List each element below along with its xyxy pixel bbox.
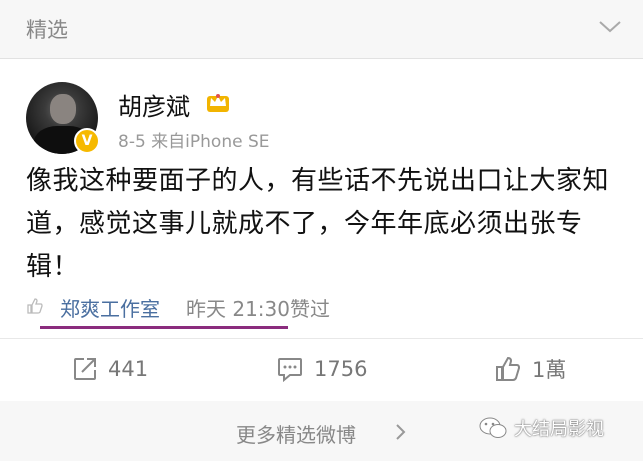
avatar-face <box>50 94 76 124</box>
verified-badge-icon: V <box>74 128 100 154</box>
like-count: 1萬 <box>532 358 567 382</box>
watermark-text: 大结局影视 <box>514 419 604 440</box>
more-posts-link[interactable]: 更多精选微博 <box>236 419 356 448</box>
post-meta: 8-5 来自iPhone SE <box>118 132 270 152</box>
repost-count: 441 <box>108 357 149 381</box>
action-bar: 441 1756 1萬 <box>0 338 643 402</box>
repost-button[interactable]: 441 <box>72 353 148 385</box>
chevron-right-icon[interactable] <box>394 423 406 441</box>
highlight-underline <box>40 326 288 329</box>
liker-name[interactable]: 郑爽工作室 <box>60 293 160 322</box>
repost-icon <box>74 358 96 380</box>
footer: 更多精选微博 大结局影视 <box>0 401 643 461</box>
liked-time: 昨天 21:30赞过 <box>186 297 330 321</box>
post-username[interactable]: 胡彦斌 <box>118 87 190 122</box>
section-title: 精选 <box>26 18 68 42</box>
watermark: 大结局影视 <box>478 415 604 441</box>
comment-count: 1756 <box>314 357 368 381</box>
comment-button[interactable]: 1756 <box>276 353 367 385</box>
chevron-down-icon[interactable] <box>597 16 623 36</box>
comment-icon <box>278 358 302 382</box>
wechat-icon <box>479 417 507 438</box>
crown-icon <box>207 94 229 112</box>
thumb-up-icon <box>27 298 43 314</box>
post-body: 像我这种要面子的人，有些话不先说出口让大家知道，感觉这事儿就成不了，今年年底必须… <box>26 166 610 282</box>
top-bar: 精选 <box>0 0 643 59</box>
like-button[interactable]: 1萬 <box>494 353 566 385</box>
like-icon <box>496 356 521 381</box>
